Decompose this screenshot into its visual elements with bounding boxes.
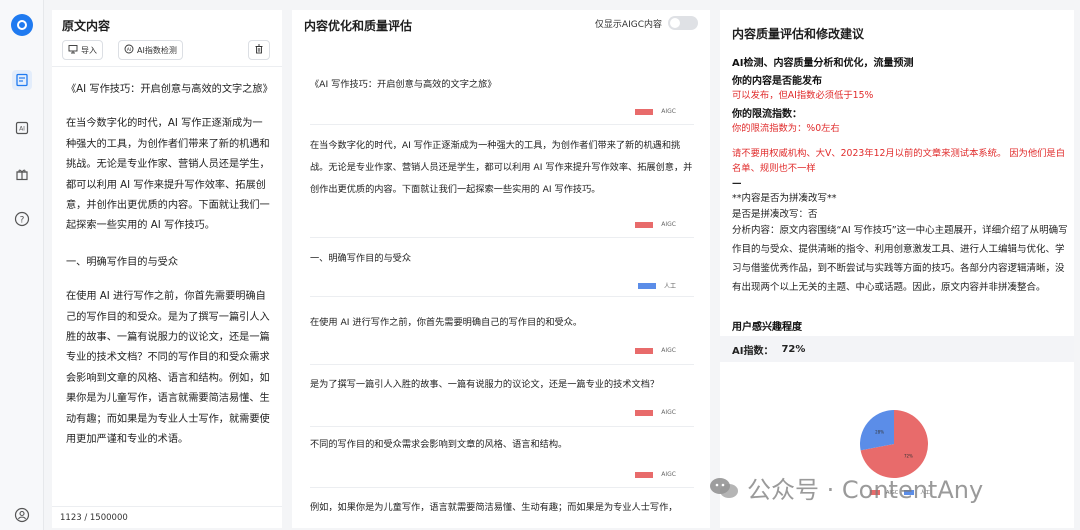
user-icon[interactable] bbox=[12, 505, 32, 525]
segment-tag-label: AIGC bbox=[661, 347, 676, 354]
original-panel-title: 原文内容 bbox=[62, 19, 111, 33]
wechat-icon bbox=[709, 476, 739, 500]
interest-heading: 用户感兴趣程度 bbox=[732, 322, 802, 333]
segment-tag-label: AIGC bbox=[661, 108, 676, 115]
ai-index-value: 72% bbox=[781, 343, 806, 355]
aigc-swatch bbox=[635, 108, 654, 115]
ai-index-bar: AI指数： 72% bbox=[720, 336, 1074, 362]
pie-slice-label-0: 72% bbox=[904, 453, 913, 458]
segment-tag-label: AIGC bbox=[661, 409, 676, 416]
pie-slice-label-1: 28% bbox=[875, 430, 884, 435]
concat-answer: 是否是拼凑改写：否 bbox=[732, 209, 818, 220]
aigc-swatch bbox=[635, 409, 654, 416]
help-icon[interactable]: ? bbox=[12, 209, 32, 229]
aigc-swatch bbox=[635, 221, 654, 228]
segment[interactable]: 在使用 AI 进行写作之前，你首先需要明确自己的写作目的和受众。 AIGC bbox=[310, 312, 694, 365]
svg-text:AI: AI bbox=[127, 47, 131, 53]
svg-text:AI: AI bbox=[19, 126, 25, 133]
trash-icon bbox=[254, 44, 264, 56]
publish-value: 可以发布，但AI指数必须低于15% bbox=[732, 90, 874, 101]
ai-detect-button[interactable]: AI AI指数检测 bbox=[118, 40, 183, 60]
document-icon[interactable] bbox=[12, 70, 32, 90]
import-label: 导入 bbox=[81, 45, 97, 55]
concat-heading: **内容是否为拼凑改写** bbox=[732, 193, 837, 204]
original-toolbar: 导入 AI AI指数检测 bbox=[62, 40, 272, 62]
ai-index-label: AI指数： bbox=[732, 345, 774, 357]
ai-detect-icon: AI bbox=[124, 44, 134, 56]
optimize-panel: 内容优化和质量评估 仅显示AIGC内容 《AI 写作技巧：开启创意与高效的文字之… bbox=[292, 10, 710, 528]
publish-heading: 你的内容是否能发布 bbox=[732, 76, 822, 87]
segment-tag-label: AIGC bbox=[661, 221, 676, 228]
aigc-toggle-label: 仅显示AIGC内容 bbox=[594, 19, 662, 30]
original-panel: 原文内容 导入 AI AI指数检测 《AI 写作技巧：开启创意与高效的文字之旅》… bbox=[52, 10, 282, 528]
svg-text:?: ? bbox=[20, 215, 25, 225]
warning-text: 请不要用权威机构、大V、2023年12月以前的文章来测试本系统。 因为他们是白名… bbox=[732, 148, 1066, 174]
original-paragraph: 在当今数字化的时代，AI 写作正逐渐成为一种强大的工具，为创作者们带来了新的机遇… bbox=[66, 118, 270, 232]
segment-tag: AIGC bbox=[635, 471, 676, 478]
delete-button[interactable] bbox=[248, 40, 270, 60]
optimize-panel-title: 内容优化和质量评估 bbox=[304, 19, 413, 33]
original-text-area[interactable]: 《AI 写作技巧：开启创意与高效的文字之旅》 在当今数字化的时代，AI 写作正逐… bbox=[66, 80, 273, 467]
segment[interactable]: 《AI 写作技巧：开启创意与高效的文字之旅》 AIGC bbox=[310, 74, 694, 125]
divider-dash: — bbox=[732, 178, 742, 189]
assessment-panel: 内容质量评估和修改建议 AI检测、内容质量分析和优化，流量预测 你的内容是否能发… bbox=[720, 10, 1074, 528]
segment-text: 例如，如果你是为儿童写作，语言就需要简洁易懂、生动有趣；而如果是为专业人士写作， bbox=[310, 502, 678, 513]
aigc-filter: 仅显示AIGC内容 bbox=[595, 16, 698, 30]
import-button[interactable]: 导入 bbox=[62, 40, 103, 60]
toolbar-divider bbox=[52, 66, 282, 67]
assessment-subtitle: AI检测、内容质量分析和优化，流量预测 bbox=[732, 58, 914, 69]
original-paragraph: 一、明确写作目的与受众 bbox=[66, 256, 179, 268]
watermark-text: 公众号 · ContentAny bbox=[747, 476, 984, 504]
ai-detect-label: AI指数检测 bbox=[137, 45, 177, 55]
gift-icon[interactable] bbox=[12, 164, 32, 184]
aigc-swatch bbox=[635, 347, 654, 354]
watermark: 公众号 · ContentAny bbox=[709, 470, 983, 505]
analysis-text: 分析内容：原文内容围绕“AI 写作技巧”这一中心主题展开，详细介绍了从明确写作目… bbox=[732, 225, 1068, 293]
aigc-toggle[interactable] bbox=[668, 16, 698, 30]
segment-tag-label: AIGC bbox=[661, 471, 676, 478]
import-icon bbox=[68, 44, 78, 56]
segment-tag: AIGC bbox=[635, 347, 676, 354]
segment-text: 在当今数字化的时代，AI 写作正逐渐成为一种强大的工具，为创作者们带来了新的机遇… bbox=[310, 140, 693, 195]
segment-tag: 人工 bbox=[637, 281, 676, 290]
human-swatch bbox=[637, 282, 656, 289]
app-logo[interactable] bbox=[11, 14, 33, 36]
limit-heading: 你的限流指数： bbox=[732, 109, 802, 120]
segment-tag-label: 人工 bbox=[663, 283, 676, 290]
segment[interactable]: 是为了撰写一篇引人入胜的故事、一篇有说服力的议论文，还是一篇专业的技术文档？ A… bbox=[310, 374, 694, 427]
segment-text: 在使用 AI 进行写作之前，你首先需要明确自己的写作目的和受众。 bbox=[310, 317, 583, 328]
sidebar: AI ? bbox=[0, 0, 44, 530]
segment[interactable]: 一、明确写作目的与受众 人工 bbox=[310, 248, 694, 297]
segment[interactable]: 在当今数字化的时代，AI 写作正逐渐成为一种强大的工具，为创作者们带来了新的机遇… bbox=[310, 135, 694, 238]
assessment-panel-title: 内容质量评估和修改建议 bbox=[732, 27, 865, 41]
original-paragraph: 在使用 AI 进行写作之前，你首先需要明确自己的写作目的和受众。是为了撰写一篇引… bbox=[66, 291, 270, 446]
limit-value: 你的限流指数为：%0左右 bbox=[732, 123, 840, 134]
segment-text: 是为了撰写一篇引人入胜的故事、一篇有说服力的议论文，还是一篇专业的技术文档？ bbox=[310, 379, 660, 390]
segment-text: 《AI 写作技巧：开启创意与高效的文字之旅》 bbox=[310, 79, 497, 90]
aigc-swatch bbox=[635, 471, 654, 478]
segment-text: 一、明确写作目的与受众 bbox=[310, 253, 412, 264]
segment-tag: AIGC bbox=[635, 409, 676, 416]
segment-text: 不同的写作目的和受众需求会影响到文章的风格、语言和结构。 bbox=[310, 439, 568, 450]
segment[interactable]: 不同的写作目的和受众需求会影响到文章的风格、语言和结构。 AIGC bbox=[310, 434, 694, 488]
segment-tag: AIGC bbox=[635, 221, 676, 228]
segment-tag: AIGC bbox=[635, 108, 676, 115]
char-counter: 1123 / 1500000 bbox=[52, 506, 282, 528]
ai-icon[interactable]: AI bbox=[12, 118, 32, 138]
original-paragraph: 《AI 写作技巧：开启创意与高效的文字之旅》 bbox=[66, 84, 273, 95]
segment[interactable]: 例如，如果你是为儿童写作，语言就需要简洁易懂、生动有趣；而如果是为专业人士写作， bbox=[310, 497, 694, 528]
